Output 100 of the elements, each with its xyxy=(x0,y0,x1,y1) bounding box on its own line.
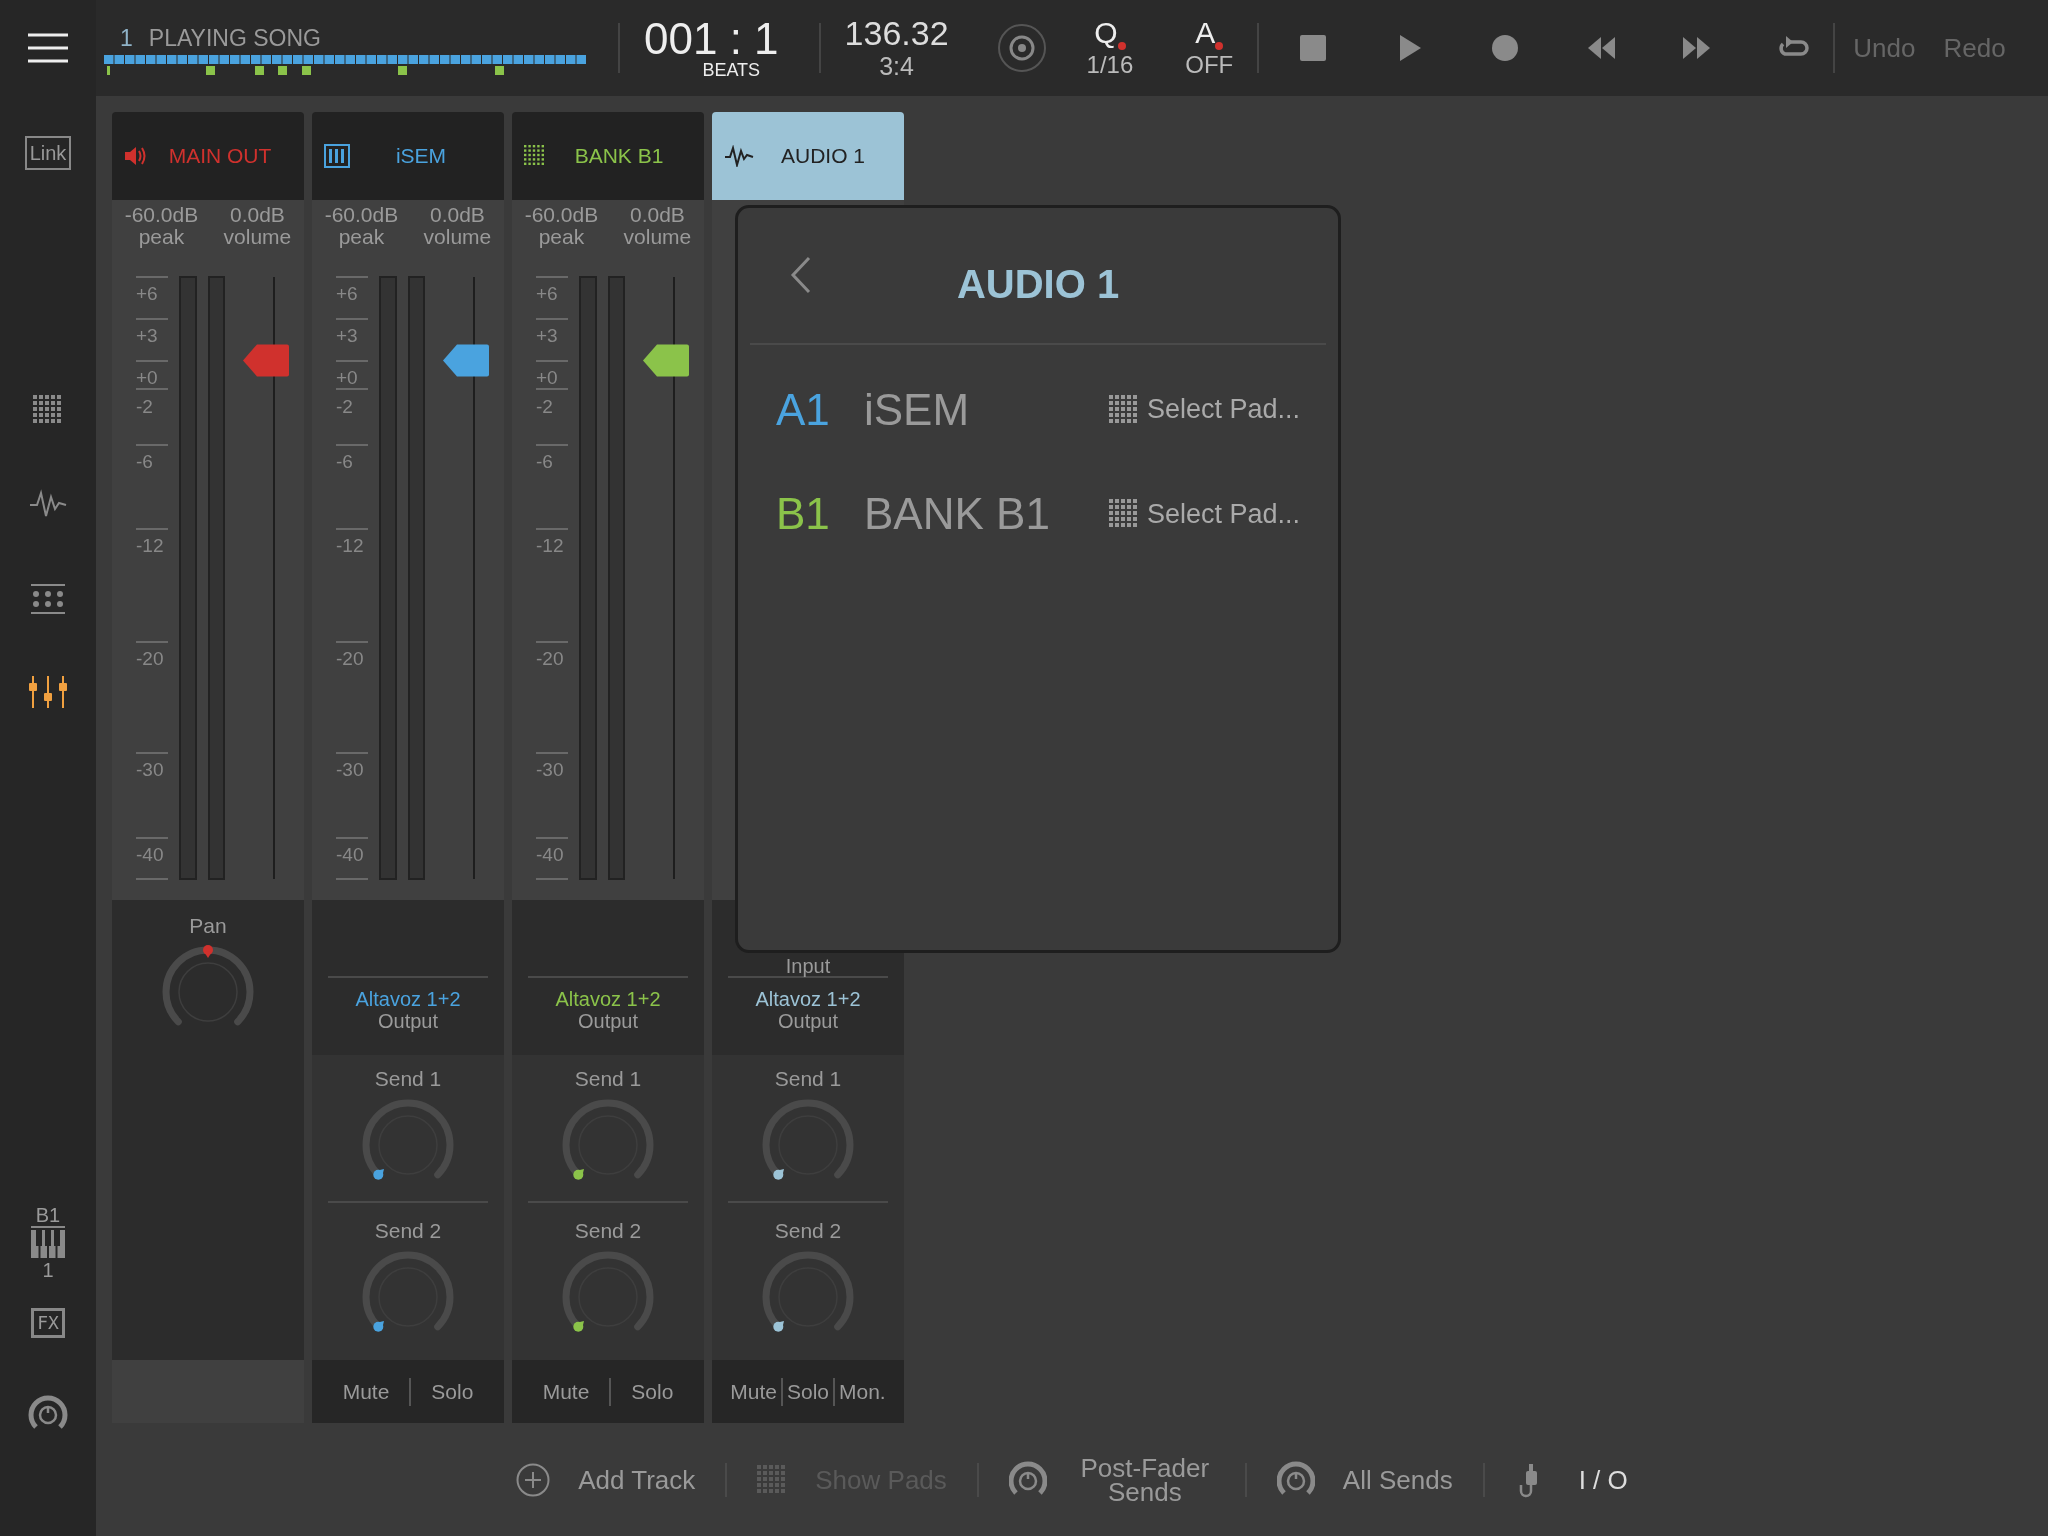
volume-label: volume xyxy=(423,226,492,248)
mixer-icon[interactable] xyxy=(28,675,68,709)
scale-label: -2 xyxy=(136,396,153,417)
scale-label: -30 xyxy=(536,759,564,780)
sequencer-icon[interactable] xyxy=(30,583,66,615)
track-header[interactable]: MAIN OUT xyxy=(112,112,304,200)
send-label: Send 1 xyxy=(373,1066,443,1091)
quantize-label[interactable]: Q xyxy=(1094,16,1118,50)
menu-icon[interactable] xyxy=(27,32,69,64)
scale-label: +6 xyxy=(136,283,158,304)
fader-thumb[interactable] xyxy=(243,344,289,377)
mute-button[interactable]: Mute xyxy=(322,1371,410,1412)
scale-label: -12 xyxy=(536,535,564,556)
solo-button[interactable]: Solo xyxy=(411,1371,494,1412)
scale-label: +3 xyxy=(336,325,358,346)
scale-label: +0 xyxy=(336,367,358,388)
scale-label: -6 xyxy=(536,451,553,472)
scale-label: +0 xyxy=(536,367,558,388)
slot-label: A1 xyxy=(776,383,831,436)
monitor-button[interactable]: Mon. xyxy=(835,1371,890,1412)
grid-icon xyxy=(1108,499,1139,529)
scale-label: +3 xyxy=(536,325,558,346)
solo-button[interactable]: Solo xyxy=(783,1371,833,1412)
sends-button[interactable]: All Sends xyxy=(1266,1456,1463,1503)
position-readout: 001 : 1 xyxy=(644,17,779,61)
automation-value[interactable]: OFF xyxy=(1185,50,1234,80)
select-pad-button[interactable]: Select Pad... xyxy=(1098,385,1310,434)
fader-thumb[interactable] xyxy=(443,344,489,377)
send-label: Send 2 xyxy=(773,1218,843,1243)
popup-title: AUDIO 1 xyxy=(956,260,1120,308)
track-header[interactable]: BANK B1 xyxy=(512,112,704,200)
send-label: Send 1 xyxy=(573,1066,643,1091)
io-button[interactable]: I / O xyxy=(1504,1456,1638,1503)
scale-label: -12 xyxy=(336,535,364,556)
output-name[interactable]: Altavoz 1+2 xyxy=(512,988,704,1010)
fx-button[interactable]: FX xyxy=(31,1308,65,1338)
track-header[interactable]: iSEM xyxy=(312,112,504,200)
output-name[interactable]: Altavoz 1+2 xyxy=(312,988,504,1010)
output-name[interactable]: Altavoz 1+2 xyxy=(712,988,904,1010)
quantize-value[interactable]: 1/16 xyxy=(1086,50,1134,80)
volume-reading: 0.0dB xyxy=(629,204,686,226)
scale-label: +0 xyxy=(136,367,158,388)
song-timeline-drawing[interactable] xyxy=(104,55,588,76)
volume-reading: 0.0dB xyxy=(429,204,486,226)
fader-track[interactable] xyxy=(443,277,489,879)
scale-label: -2 xyxy=(536,396,553,417)
scale-label: -20 xyxy=(136,648,164,669)
wave-icon xyxy=(724,145,754,167)
grid-icon xyxy=(1108,394,1139,425)
output-label: Output xyxy=(576,1010,639,1032)
volume-label: volume xyxy=(223,226,292,248)
scale-label: -40 xyxy=(536,844,564,865)
select-pad-button[interactable]: Select Pad... xyxy=(1098,489,1310,539)
scale-label: -6 xyxy=(336,451,353,472)
send-label: Send 1 xyxy=(773,1066,843,1091)
instrument-number: 1 xyxy=(42,1258,54,1282)
peak-reading: -60.0dB xyxy=(524,204,599,226)
grid-icon[interactable] xyxy=(33,395,63,425)
scale-label: +3 xyxy=(136,325,158,346)
volume-reading: 0.0dB xyxy=(229,204,286,226)
link-button[interactable]: Link xyxy=(24,136,72,170)
scale-label: +6 xyxy=(536,283,558,304)
track-name: iSEM xyxy=(864,383,971,436)
tempo-readout[interactable]: 136.32 xyxy=(844,15,949,51)
grid-icon xyxy=(524,145,546,167)
scale-label: -20 xyxy=(536,648,564,669)
sends-button[interactable]: Post-Fader Sends xyxy=(998,1451,1225,1508)
speaker-icon xyxy=(124,145,148,167)
wave-icon[interactable] xyxy=(29,489,67,519)
song-number: 1 xyxy=(120,23,133,53)
mute-button[interactable]: Mute xyxy=(726,1371,781,1412)
back-icon[interactable] xyxy=(790,256,812,294)
scale-label: -2 xyxy=(336,396,353,417)
song-title: PLAYING SONG xyxy=(148,23,321,53)
time-signature[interactable]: 3:4 xyxy=(879,51,914,81)
scale-label: +6 xyxy=(336,283,358,304)
solo-button[interactable]: Solo xyxy=(611,1371,694,1412)
piano-icon[interactable] xyxy=(30,1226,66,1258)
grid-icon xyxy=(757,1464,788,1495)
fader-track[interactable] xyxy=(643,277,689,879)
scale-label: -6 xyxy=(136,451,153,472)
track-name: BANK B1 xyxy=(864,488,1051,540)
peak-reading: -60.0dB xyxy=(324,204,399,226)
add-track-button[interactable]: Add Track xyxy=(506,1458,706,1501)
automation-label[interactable]: A xyxy=(1195,16,1216,50)
scale-label: -12 xyxy=(136,535,164,556)
indicator-dot-icon xyxy=(1117,42,1126,50)
mute-button[interactable]: Mute xyxy=(522,1371,610,1412)
peak-reading: -60.0dB xyxy=(124,204,199,226)
piano-icon xyxy=(324,144,350,168)
fader-thumb[interactable] xyxy=(643,344,689,377)
pan-label: Pan xyxy=(188,913,228,938)
fader-track[interactable] xyxy=(243,277,289,879)
metronome-icon[interactable] xyxy=(996,23,1047,73)
peak-label: peak xyxy=(337,226,386,248)
indicator-dot-icon xyxy=(1215,42,1224,50)
volume-label: volume xyxy=(623,226,692,248)
peak-label: peak xyxy=(537,226,586,248)
track-header[interactable]: AUDIO 1 xyxy=(712,112,904,200)
position-unit: BEATS xyxy=(702,61,761,79)
